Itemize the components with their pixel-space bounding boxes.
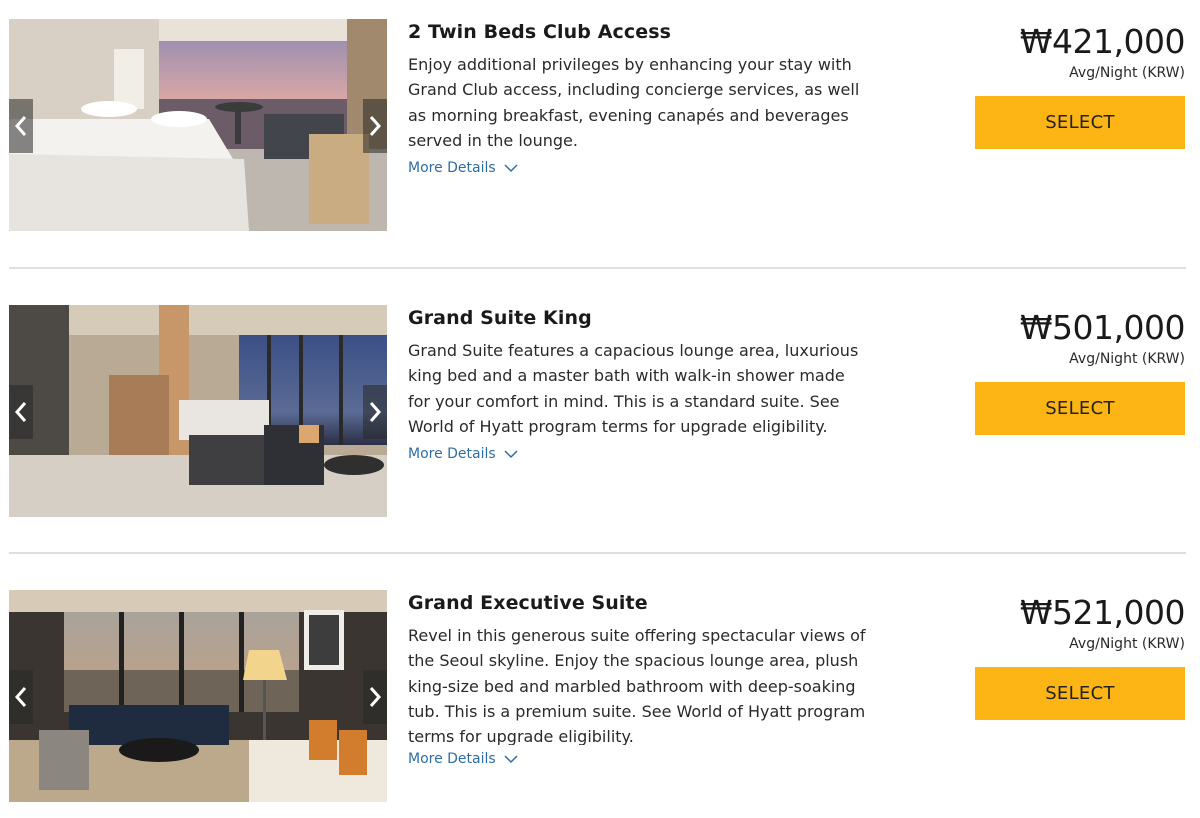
chevron-left-icon — [14, 116, 27, 136]
carousel-prev-button[interactable] — [9, 385, 33, 439]
carousel-next-button[interactable] — [363, 670, 387, 724]
room-price: ₩521,000 — [1019, 593, 1186, 632]
room-title: Grand Executive Suite — [408, 592, 648, 614]
room-description: Revel in this generous suite offering sp… — [408, 626, 866, 745]
room-card: Grand Suite King Grand Suite features a … — [0, 286, 1200, 572]
divider — [9, 267, 1186, 269]
room-photo-carousel[interactable] — [9, 305, 387, 517]
carousel-prev-button[interactable] — [9, 670, 33, 724]
carousel-prev-button[interactable] — [9, 99, 33, 153]
chevron-down-icon — [504, 754, 518, 763]
carousel-next-button[interactable] — [363, 99, 387, 153]
room-description: Enjoy additional privileges by enhancing… — [408, 55, 860, 150]
chevron-down-icon — [504, 163, 518, 172]
divider — [9, 552, 1186, 554]
more-details-label: More Details — [408, 160, 496, 176]
room-photo-carousel[interactable] — [9, 19, 387, 231]
price-note: Avg/Night (KRW) — [1069, 636, 1185, 652]
room-photo-carousel[interactable] — [9, 590, 387, 802]
chevron-right-icon — [369, 116, 382, 136]
select-button[interactable]: SELECT — [975, 667, 1185, 720]
price-note: Avg/Night (KRW) — [1069, 65, 1185, 81]
room-photo-executive-suite — [9, 590, 387, 802]
room-photo-grand-suite — [9, 305, 387, 517]
select-button[interactable]: SELECT — [975, 382, 1185, 435]
price-note: Avg/Night (KRW) — [1069, 351, 1185, 367]
chevron-right-icon — [369, 402, 382, 422]
room-price: ₩501,000 — [1019, 308, 1186, 347]
chevron-left-icon — [14, 687, 27, 707]
room-title: 2 Twin Beds Club Access — [408, 21, 672, 43]
room-description: Grand Suite features a capacious lounge … — [408, 341, 859, 436]
more-details-link[interactable]: More Details — [408, 160, 518, 176]
carousel-next-button[interactable] — [363, 385, 387, 439]
room-photo-twin-beds — [9, 19, 387, 231]
chevron-down-icon — [504, 449, 518, 458]
chevron-right-icon — [369, 687, 382, 707]
more-details-link[interactable]: More Details — [408, 446, 518, 462]
chevron-left-icon — [14, 402, 27, 422]
more-details-link[interactable]: More Details — [408, 751, 518, 767]
select-button[interactable]: SELECT — [975, 96, 1185, 149]
more-details-label: More Details — [408, 751, 496, 767]
room-price: ₩421,000 — [1019, 22, 1186, 61]
room-card: 2 Twin Beds Club Access Enjoy additional… — [0, 0, 1200, 286]
room-card: Grand Executive Suite Revel in this gene… — [0, 571, 1200, 818]
more-details-label: More Details — [408, 446, 496, 462]
room-title: Grand Suite King — [408, 307, 592, 329]
